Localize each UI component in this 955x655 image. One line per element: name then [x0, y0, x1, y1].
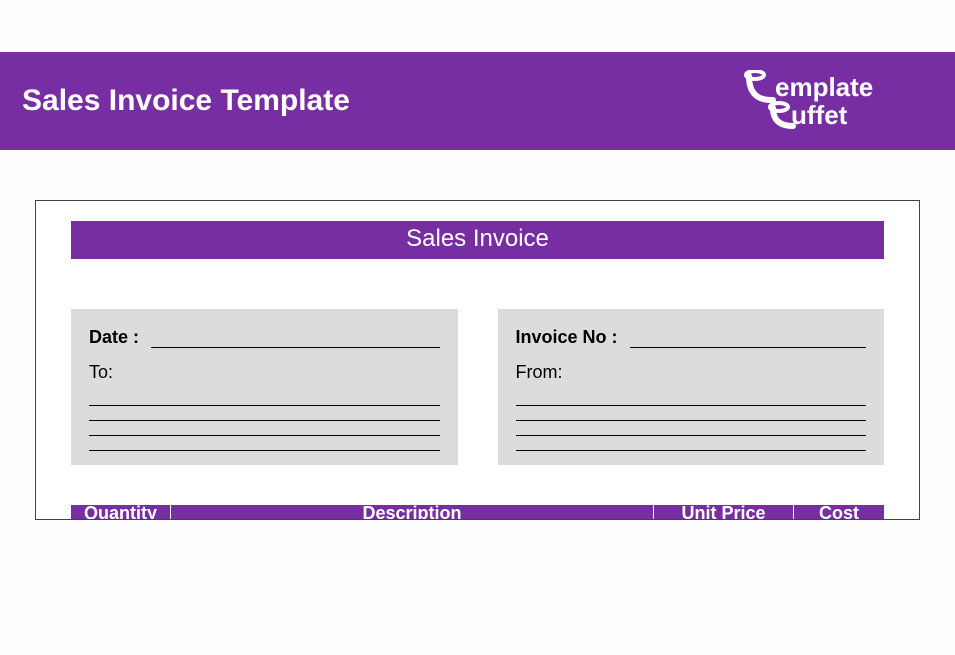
info-row: Date : To: Invoice No : From: [71, 309, 884, 465]
column-cost: Cost [794, 505, 884, 519]
line-items-header: Quantity Description Unit Price Cost [71, 505, 884, 519]
logo-icon: emplate uffet [743, 70, 933, 132]
page-title: Sales Invoice Template [22, 84, 350, 118]
left-info-box: Date : To: [71, 309, 458, 465]
to-field: To: [89, 362, 440, 383]
from-address-lines[interactable] [516, 405, 867, 451]
brand-logo: emplate uffet [743, 70, 933, 132]
column-description: Description [171, 505, 654, 519]
to-label: To: [89, 362, 113, 383]
column-quantity: Quantity [71, 505, 171, 519]
column-unit-price: Unit Price [654, 505, 794, 519]
logo-text-bottom: uffet [791, 100, 848, 130]
invoice-no-field: Invoice No : [516, 327, 867, 348]
invoice-no-label: Invoice No : [516, 327, 618, 348]
from-label: From: [516, 362, 563, 383]
date-label: Date : [89, 327, 139, 348]
from-field: From: [516, 362, 867, 383]
right-info-box: Invoice No : From: [498, 309, 885, 465]
to-address-lines[interactable] [89, 405, 440, 451]
logo-text-top: emplate [775, 72, 873, 102]
page-header: Sales Invoice Template emplate uffet [0, 52, 955, 150]
invoice-no-input-line[interactable] [630, 330, 866, 348]
date-input-line[interactable] [151, 330, 439, 348]
document-page: Sales Invoice Date : To: Invoice No : [35, 200, 920, 520]
document-title: Sales Invoice [71, 221, 884, 259]
date-field: Date : [89, 327, 440, 348]
